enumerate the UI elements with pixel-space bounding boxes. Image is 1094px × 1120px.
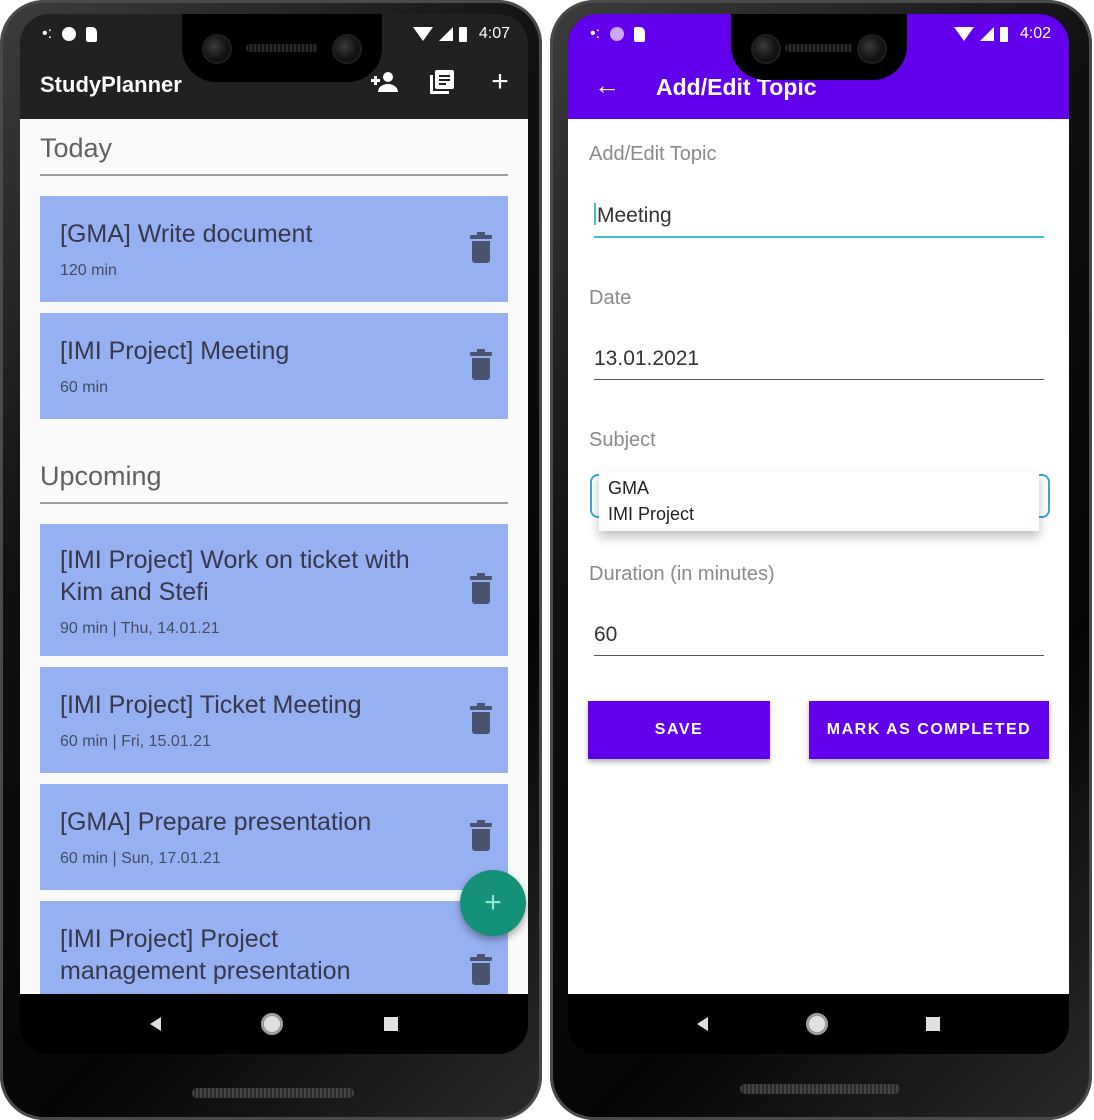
topic-input-value: Meeting xyxy=(597,204,672,227)
topic-subtitle: 60 min xyxy=(60,379,109,396)
navigation-bar xyxy=(568,994,1069,1054)
notification-icon: •: xyxy=(42,25,53,42)
nav-recents-icon[interactable] xyxy=(926,1017,940,1031)
app-title: StudyPlanner xyxy=(40,72,182,97)
camera-icon xyxy=(334,36,360,62)
nav-recents-icon[interactable] xyxy=(383,1017,398,1031)
date-input-value: 13.01.2021 xyxy=(594,347,700,370)
nav-back-icon[interactable] xyxy=(150,1017,162,1031)
delete-icon[interactable] xyxy=(470,573,492,604)
signal-icon xyxy=(438,27,453,41)
duration-input[interactable]: 60 xyxy=(594,623,1044,656)
nav-home-icon[interactable] xyxy=(806,1013,828,1035)
topic-title: [IMI Project] Work on ticket with Kim an… xyxy=(60,546,410,606)
subject-dropdown: GMA IMI Project xyxy=(599,471,1039,531)
topic-title: [IMI Project] Meeting xyxy=(60,337,290,365)
section-heading-today: Today xyxy=(40,133,508,176)
circle-notification-icon xyxy=(610,27,625,41)
camera-icon xyxy=(753,36,779,62)
delete-icon[interactable] xyxy=(470,703,492,734)
screen-right: •: 4:02 ← Add/Edit Topic Add/Edit Topic … xyxy=(568,14,1069,1054)
notch xyxy=(731,14,907,80)
topic-title: [IMI Project] Project management present… xyxy=(60,925,351,985)
speaker-grille xyxy=(785,44,853,52)
subject-option[interactable]: IMI Project xyxy=(608,501,1029,527)
camera-icon xyxy=(204,36,230,62)
status-time: 4:02 xyxy=(1019,25,1051,42)
wifi-icon xyxy=(953,27,974,41)
subject-option[interactable]: GMA xyxy=(608,475,1029,501)
duration-input-value: 60 xyxy=(594,623,618,646)
battery-icon xyxy=(458,26,467,42)
date-label: Date xyxy=(589,287,632,309)
sd-card-icon xyxy=(86,26,98,42)
delete-icon[interactable] xyxy=(470,232,492,263)
signal-icon xyxy=(979,27,994,41)
save-button[interactable]: SAVE xyxy=(588,701,770,759)
topic-subtitle: 60 min | Fri, 15.01.21 xyxy=(60,733,211,750)
duration-label: Duration (in minutes) xyxy=(589,563,775,585)
topic-input[interactable]: Meeting xyxy=(594,203,1044,238)
add-icon: + xyxy=(484,886,502,919)
topic-subtitle: 120 min xyxy=(60,262,117,279)
wifi-icon xyxy=(412,27,433,41)
library-books-icon xyxy=(430,70,454,94)
mark-completed-button[interactable]: MARK AS COMPLETED xyxy=(809,701,1049,759)
screen-left: •: 4:07 StudyPlanner + Today [GMA] Write… xyxy=(20,14,528,1054)
topic-list[interactable]: Today [GMA] Write document 120 min [IMI … xyxy=(20,119,528,994)
form-heading: Add/Edit Topic xyxy=(589,143,717,165)
topic-subtitle: 60 min | Sun, 17.01.21 xyxy=(60,850,221,867)
delete-icon[interactable] xyxy=(470,820,492,851)
battery-icon xyxy=(999,26,1008,42)
add-person-icon xyxy=(371,72,398,92)
topic-card[interactable]: [IMI Project] Ticket Meeting 60 min | Fr… xyxy=(40,667,508,773)
add-button[interactable]: + xyxy=(484,66,516,98)
topic-card[interactable]: [IMI Project] Project management present… xyxy=(40,901,508,994)
nav-home-icon[interactable] xyxy=(261,1013,284,1035)
phone-right: •: 4:02 ← Add/Edit Topic Add/Edit Topic … xyxy=(550,0,1092,1120)
topic-card[interactable]: [GMA] Prepare presentation 60 min | Sun,… xyxy=(40,784,508,890)
phone-chin-grille xyxy=(740,1084,900,1094)
screenshot-stage: •: 4:07 StudyPlanner + Today [GMA] Write… xyxy=(0,0,1094,1120)
add-icon: + xyxy=(491,65,509,98)
add-topic-fab[interactable]: + xyxy=(460,870,526,936)
text-cursor xyxy=(594,203,596,225)
arrow-back-icon[interactable]: ← xyxy=(594,72,620,98)
notification-icon: •: xyxy=(590,25,601,42)
date-input[interactable]: 13.01.2021 xyxy=(594,347,1044,380)
nav-back-icon[interactable] xyxy=(697,1017,708,1031)
speaker-grille xyxy=(246,44,318,52)
topic-card[interactable]: [GMA] Write document 120 min xyxy=(40,196,508,302)
status-time: 4:07 xyxy=(478,25,510,42)
delete-icon[interactable] xyxy=(470,349,492,380)
topic-card[interactable]: [IMI Project] Work on ticket with Kim an… xyxy=(40,524,508,656)
topic-title: [GMA] Write document xyxy=(60,220,313,248)
subject-label: Subject xyxy=(589,429,656,451)
phone-chin-grille xyxy=(192,1088,354,1098)
topic-card[interactable]: [IMI Project] Meeting 60 min xyxy=(40,313,508,419)
topic-title: [GMA] Prepare presentation xyxy=(60,808,372,836)
camera-icon xyxy=(859,36,885,62)
navigation-bar xyxy=(20,994,528,1054)
topic-subtitle: 90 min | Thu, 14.01.21 xyxy=(60,620,220,637)
topic-form: Add/Edit Topic Meeting Date 13.01.2021 S… xyxy=(568,119,1069,994)
app-bar-actions: + xyxy=(368,66,516,98)
delete-icon[interactable] xyxy=(470,954,492,985)
sd-card-icon xyxy=(634,26,646,42)
notch xyxy=(182,14,382,82)
phone-left: •: 4:07 StudyPlanner + Today [GMA] Write… xyxy=(0,0,542,1120)
topic-title: [IMI Project] Ticket Meeting xyxy=(60,691,362,719)
circle-notification-icon xyxy=(62,27,77,41)
library-button[interactable] xyxy=(426,66,458,98)
section-heading-upcoming: Upcoming xyxy=(40,461,508,504)
